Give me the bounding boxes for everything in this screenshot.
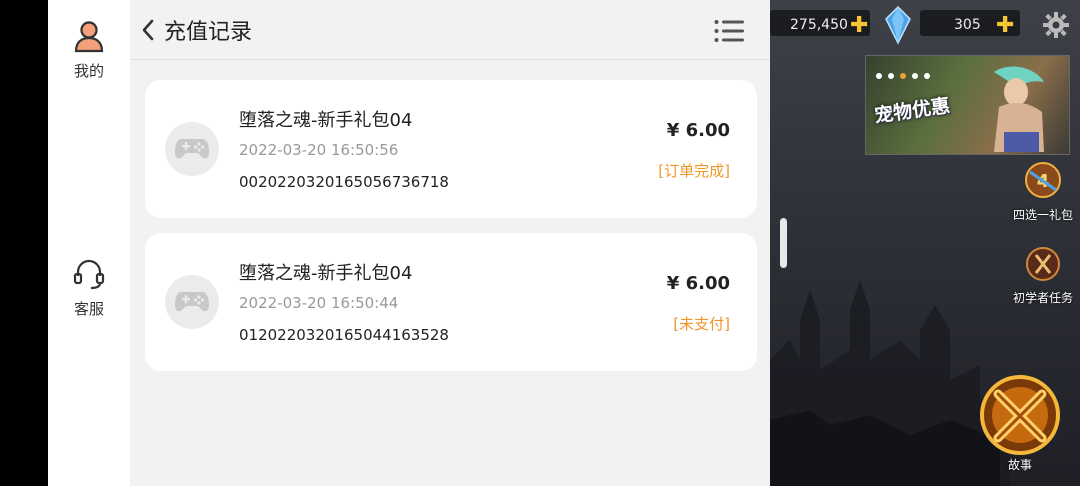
banner-title: 宠物优惠 <box>873 94 952 128</box>
gamepad-avatar <box>165 275 219 329</box>
user-icon <box>74 21 104 53</box>
drawer-drag-handle[interactable] <box>780 218 787 268</box>
order-number: 012022032016504416352​8 <box>239 326 449 344</box>
record-price: ¥ 6.00 <box>666 273 730 294</box>
side-nav: 我的 客服 <box>48 0 130 486</box>
panel-header: 充值记录 <box>130 0 770 60</box>
game-view: 275,450 ✚ 305 ✚ 宠物优惠 四选一礼包 初学者任务 故事 <box>770 0 1080 486</box>
carousel-dots <box>876 64 936 83</box>
pet-offer-banner[interactable]: 宠物优惠 <box>865 55 1070 155</box>
order-number: 002022032016505673671​8 <box>239 173 449 191</box>
crystal-count: 305 <box>954 17 981 33</box>
page-title: 充值记录 <box>164 20 253 45</box>
record-card[interactable]: 堕落之魂-新手礼包04 2022-03-20 16:50:56 00202203… <box>145 80 757 218</box>
resource-bar: 275,450 ✚ 305 ✚ <box>770 0 1080 55</box>
chevron-left-icon[interactable] <box>138 16 158 44</box>
gamepad-icon <box>175 139 209 159</box>
status-badge: [未支付] <box>673 315 730 333</box>
crystal-icon <box>885 5 911 45</box>
gift-pack-icon: 4 <box>1025 162 1061 198</box>
crossed-swords-icon <box>980 375 1060 455</box>
add-gold-button[interactable]: ✚ <box>850 15 868 37</box>
button-label: 初学者任务 <box>1012 291 1073 305</box>
gamepad-icon <box>175 292 209 312</box>
recharge-records-panel: 充值记录 堕落之魂-新手礼包04 2022-03-20 16:50:56 002… <box>130 0 770 486</box>
nav-item-me[interactable]: 我的 <box>48 18 130 81</box>
record-card[interactable]: 堕落之魂-新手礼包04 2022-03-20 16:50:44 01202203… <box>145 233 757 371</box>
beginner-task-icon <box>1026 247 1060 281</box>
status-badge: [订单完成] <box>658 162 730 180</box>
story-button[interactable]: 故事 <box>976 372 1064 473</box>
gamepad-avatar <box>165 122 219 176</box>
hero-figure <box>994 66 1044 152</box>
gear-icon[interactable] <box>1043 12 1069 38</box>
record-time: 2022-03-20 16:50:56 <box>239 141 399 159</box>
beginner-task-button[interactable]: 初学者任务 <box>1006 243 1080 306</box>
headset-icon <box>73 259 105 290</box>
product-name: 堕落之魂-新手礼包04 <box>239 263 413 284</box>
add-crystal-button[interactable]: ✚ <box>996 15 1014 37</box>
product-name: 堕落之魂-新手礼包04 <box>239 110 413 131</box>
nav-item-label: 客服 <box>73 300 104 318</box>
record-price: ¥ 6.00 <box>666 120 730 141</box>
list-menu-icon[interactable] <box>714 18 746 44</box>
gold-count: 275,450 <box>790 17 848 33</box>
button-label: 故事 <box>1007 458 1032 472</box>
screen-edge-bar <box>0 0 48 486</box>
button-label: 四选一礼包 <box>1012 208 1073 222</box>
pick-one-pack-button[interactable]: 4 四选一礼包 <box>1006 160 1080 223</box>
nav-item-label: 我的 <box>73 62 104 80</box>
nav-item-customer-service[interactable]: 客服 <box>48 256 130 319</box>
record-time: 2022-03-20 16:50:44 <box>239 294 399 312</box>
